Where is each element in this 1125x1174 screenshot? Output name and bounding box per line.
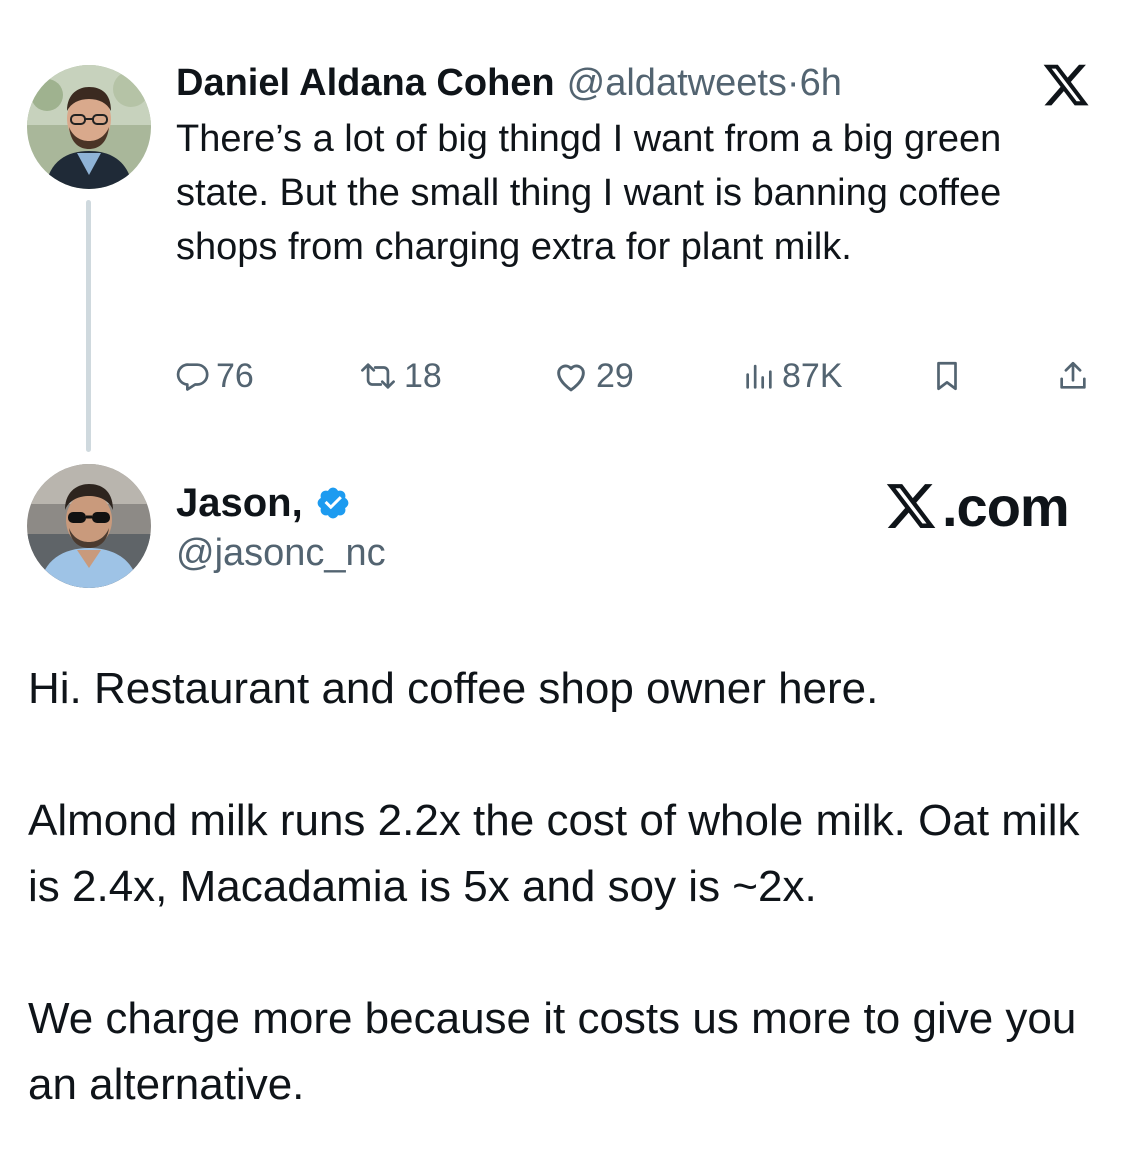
reply-icon: [176, 363, 209, 391]
reply-author-row: Jason,: [176, 476, 351, 530]
x-logo-icon: [1040, 60, 1092, 110]
x-com-watermark: .com: [882, 474, 1070, 538]
reply-author-handle[interactable]: @jasonc_nc: [176, 528, 386, 578]
reply-author-name[interactable]: Jason,: [176, 481, 303, 526]
heart-icon: [557, 364, 585, 392]
repost-icon: [361, 363, 395, 389]
reply-count: 76: [216, 356, 254, 395]
avatar-photo-jason-icon: [27, 464, 151, 588]
bookmark-icon: [937, 361, 957, 391]
header-separator: ·: [786, 62, 800, 104]
like-count: 29: [596, 356, 634, 395]
x-com-text: .com: [942, 474, 1070, 538]
reply-tweet-body: Hi. Restaurant and coffee shop owner her…: [28, 656, 1108, 1118]
repost-button[interactable]: 18: [358, 348, 442, 404]
quoted-tweet-text: There’s a lot of big thingd I want from …: [176, 118, 1002, 268]
views-button[interactable]: 87K: [742, 348, 843, 404]
share-icon: [1060, 361, 1086, 389]
like-button[interactable]: 29: [552, 348, 634, 404]
avatar-daniel[interactable]: [27, 65, 151, 189]
avatar-photo-daniel-icon: [27, 65, 151, 189]
reply-paragraph-1: Hi. Restaurant and coffee shop owner her…: [28, 664, 879, 713]
bookmark-button[interactable]: [930, 348, 964, 404]
avatar-jason[interactable]: [27, 464, 151, 588]
tweet-actions-bar: 76 18 29 87K: [176, 348, 1096, 404]
reply-paragraph-2: Almond milk runs 2.2x the cost of whole …: [28, 796, 1080, 911]
x-logo-small-icon: [886, 484, 936, 528]
thread-connector-line: [86, 200, 91, 452]
reply-paragraph-3: We charge more because it costs us more …: [28, 994, 1077, 1109]
quoted-author-handle[interactable]: @aldatweets: [567, 58, 787, 108]
repost-count: 18: [404, 356, 442, 395]
quoted-tweet-time[interactable]: 6h: [800, 58, 842, 108]
verified-badge-icon: [317, 487, 349, 519]
analytics-bars-icon: [746, 364, 772, 389]
quoted-author-name[interactable]: Daniel Aldana Cohen: [176, 58, 555, 108]
share-button[interactable]: [1056, 348, 1090, 404]
reply-button[interactable]: 76: [176, 348, 254, 404]
views-count: 87K: [782, 356, 843, 395]
quoted-tweet-header: Daniel Aldana Cohen @aldatweets · 6h: [176, 58, 842, 108]
